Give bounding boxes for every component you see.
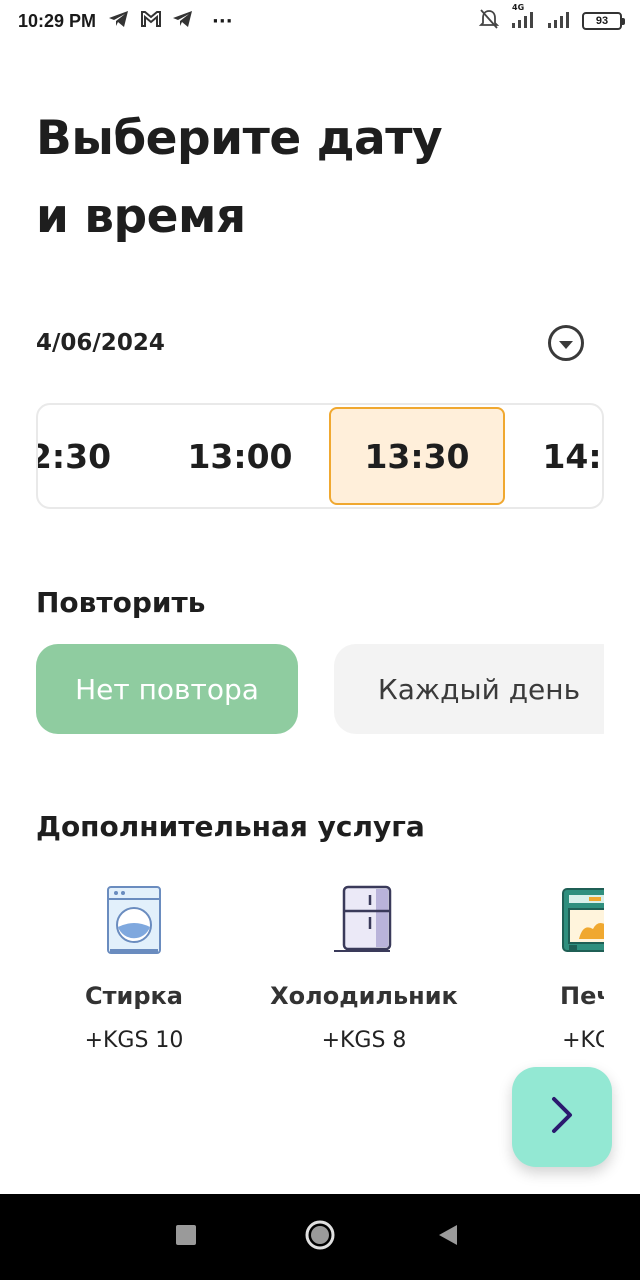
services-section-title: Дополнительная услуга xyxy=(36,810,425,843)
service-item-oven[interactable]: Печь +KGS xyxy=(479,880,604,1053)
page-title-line1: Выберите дату xyxy=(36,111,443,166)
service-name: Холодильник xyxy=(270,982,458,1010)
chevron-down-icon[interactable] xyxy=(548,325,584,361)
page-title: Выберите дату и время xyxy=(36,100,596,256)
date-picker-row[interactable]: 4/06/2024 xyxy=(36,322,584,364)
bell-muted-icon xyxy=(478,8,500,35)
back-button[interactable] xyxy=(408,1194,488,1280)
triangle-back-icon xyxy=(437,1223,459,1251)
system-nav-bar xyxy=(0,1194,640,1280)
service-item-fridge[interactable]: Холодильник +KGS 8 xyxy=(249,880,479,1053)
oven-icon xyxy=(559,880,604,960)
time-slot[interactable]: 13:00 xyxy=(152,405,328,507)
time-slot[interactable]: 14:00 xyxy=(507,405,602,507)
status-bar: 10:29 PM ··· 4G 93 xyxy=(0,0,640,42)
signal-4g-icon: 4G xyxy=(510,3,536,34)
repeat-section-title: Повторить xyxy=(36,586,206,619)
time-slot[interactable]: 2:30 xyxy=(38,405,158,507)
fridge-icon xyxy=(329,880,399,960)
time-slot-selected[interactable]: 13:30 xyxy=(329,407,505,505)
gmail-icon xyxy=(140,10,162,33)
home-button[interactable] xyxy=(280,1194,360,1280)
service-name: Печь xyxy=(559,982,604,1010)
repeat-options: Нет повтора Каждый день xyxy=(36,644,604,734)
telegram-icon xyxy=(172,10,194,33)
repeat-option-daily[interactable]: Каждый день xyxy=(334,644,604,734)
page-title-line2: и время xyxy=(36,189,246,244)
service-item-washing[interactable]: Стирка +KGS 10 xyxy=(36,880,249,1053)
signal-icon xyxy=(546,9,572,34)
selected-date: 4/06/2024 xyxy=(36,330,165,356)
service-price: +KGS xyxy=(562,1028,604,1053)
service-name: Стирка xyxy=(84,982,183,1010)
status-time: 10:29 PM xyxy=(18,10,97,31)
next-button[interactable] xyxy=(512,1067,612,1167)
service-price: +KGS 10 xyxy=(84,1028,184,1053)
services-carousel: Стирка +KGS 10 Холодильник +KGS 8 Пе +KG xyxy=(36,880,604,1070)
washing-machine-icon xyxy=(99,880,169,960)
circle-icon xyxy=(304,1219,336,1255)
service-price: +KGS 8 xyxy=(321,1028,407,1053)
square-icon xyxy=(175,1224,197,1250)
notification-icons: ··· xyxy=(108,10,233,33)
time-slot-carousel[interactable]: 2:30 13:00 13:30 14:00 xyxy=(36,403,604,509)
chevron-right-icon xyxy=(546,1095,578,1139)
repeat-option-none[interactable]: Нет повтора xyxy=(36,644,298,734)
recents-button[interactable] xyxy=(146,1194,226,1280)
battery-icon: 93 xyxy=(582,12,625,30)
telegram-icon xyxy=(108,10,130,33)
more-notifications-icon: ··· xyxy=(212,10,233,32)
system-icons: 4G 93 xyxy=(478,3,625,35)
